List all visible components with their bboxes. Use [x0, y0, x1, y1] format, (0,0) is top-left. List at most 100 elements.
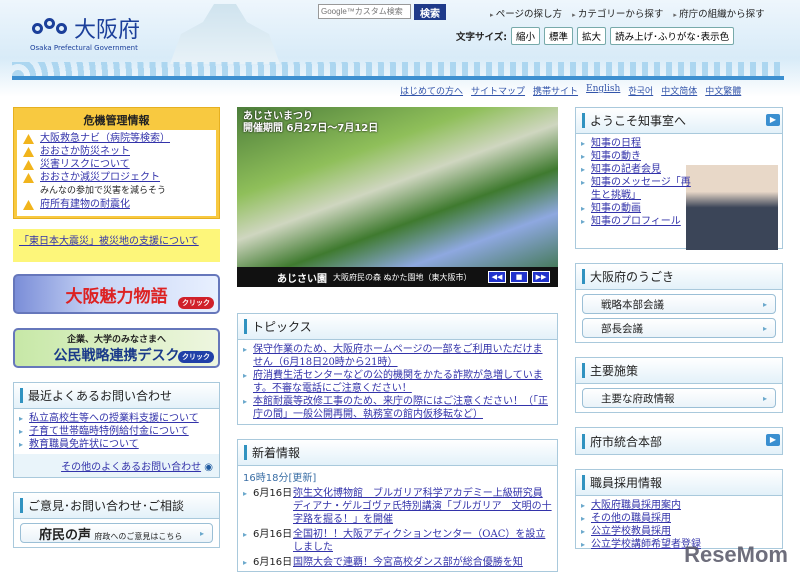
- movement-title: 大阪府のうごき: [576, 264, 782, 290]
- link-page-search[interactable]: ページの探し方: [490, 6, 562, 20]
- logo-subtitle: Osaka Prefectural Government: [30, 44, 138, 52]
- topic-link[interactable]: 本館耐震等改修工事のため、来庁の際にはご注意ください！（「正庁の間」一般公開再開…: [253, 396, 548, 420]
- public-private-desk-banner[interactable]: 企業、大学のみなさまへ 公民戦略連携デスク クリック: [13, 328, 220, 368]
- integration-title: 府市統合本部: [590, 434, 663, 449]
- governor-link[interactable]: 知事の日程: [591, 138, 641, 149]
- font-size-label: 文字サイズ:: [456, 32, 508, 43]
- crisis-link[interactable]: おおさか減災プロジェクト: [40, 172, 160, 183]
- crisis-link[interactable]: 災害リスクについて: [40, 158, 130, 171]
- citizens-voice-label: 府民の声: [39, 527, 92, 543]
- font-smaller-button[interactable]: 縮小: [511, 27, 541, 45]
- citizens-voice-sub: 府政へのご意見はこちら: [94, 531, 183, 541]
- warning-icon: [23, 160, 34, 170]
- banner-subtext: 企業、大学のみなさまへ: [66, 334, 166, 345]
- movement-box: 大阪府のうごき 戦略本部会議 部長会議: [575, 263, 783, 343]
- faq-link[interactable]: 教育職員免許状について: [29, 439, 139, 450]
- font-larger-button[interactable]: 拡大: [577, 27, 607, 45]
- crisis-link[interactable]: 大阪救急ナビ（病院等検索）: [40, 132, 170, 145]
- faq-more-link[interactable]: その他のよくあるお問い合わせ: [61, 462, 201, 473]
- banner-click-button[interactable]: クリック: [178, 351, 214, 363]
- contact-box: ご意見･お問い合わせ･ご相談 府民の声 府政へのご意見はこちら: [13, 492, 220, 548]
- nav-sitemap[interactable]: サイトマップ: [471, 84, 525, 97]
- castle-illustration: [170, 4, 280, 64]
- search-input[interactable]: [318, 4, 411, 19]
- site-header: 大阪府 Osaka Prefectural Government 検索 ページの…: [0, 0, 800, 97]
- governor-link[interactable]: 知事の動画: [591, 203, 641, 214]
- link-category[interactable]: カテゴリーから探す: [572, 6, 664, 20]
- topics-box: トピックス 保守作業のため、大阪府ホームページの一部をご利用いただけません（6月…: [237, 313, 558, 425]
- font-standard-button[interactable]: 標準: [544, 27, 574, 45]
- news-link[interactable]: 国際大会で連覇！今宮高校ダンス部が総合優勝を知: [293, 556, 523, 569]
- governor-title: ようこそ知事室へ: [590, 114, 687, 128]
- recruit-title: 職員採用情報: [576, 470, 782, 496]
- osaka-charm-banner[interactable]: 大阪魅力物語 クリック: [13, 274, 220, 314]
- crisis-link[interactable]: おおさか防災ネット: [40, 145, 130, 158]
- header-divider: [12, 76, 784, 80]
- nav-chinese-traditional[interactable]: 中文繁體: [705, 84, 741, 97]
- earthquake-support-box: 「東日本大震災」被災地の支援について: [13, 229, 220, 262]
- slide-period: 開催期間 6月27日～7月12日: [243, 123, 379, 134]
- faq-title: 最近よくあるお問い合わせ: [14, 383, 219, 409]
- news-date: 6月16日: [243, 528, 293, 554]
- warning-icon: [23, 147, 34, 157]
- strategy-meeting-button[interactable]: 戦略本部会議: [582, 294, 776, 314]
- site-logo[interactable]: 大阪府: [32, 12, 140, 44]
- banner-text: 公民戦略連携デスク: [53, 347, 180, 364]
- warning-icon: [23, 200, 34, 210]
- crisis-note: みんなの参加で災害を減らそう: [40, 186, 167, 196]
- nav-korean[interactable]: 한국어: [628, 84, 653, 97]
- faq-box: 最近よくあるお問い合わせ 私立高校生等への授業料支援について 子育て世帯臨時特例…: [13, 382, 220, 478]
- recruit-link[interactable]: その他の職員採用: [591, 513, 671, 524]
- banner-click-button[interactable]: クリック: [178, 297, 214, 309]
- topic-link[interactable]: 保守作業のため、大阪府ホームページの一部をご利用いただけません（6月18日20時…: [253, 344, 543, 368]
- nav-beginners[interactable]: はじめての方へ: [400, 84, 463, 97]
- governor-link[interactable]: 知事の動き: [591, 151, 641, 162]
- news-link[interactable]: 弥生文化博物館 ブルガリア科学アカデミー上級研究員ディアナ・ゲルゴヴァ氏特別講演…: [293, 487, 552, 526]
- nav-english[interactable]: English: [586, 84, 620, 97]
- arrow-right-icon[interactable]: ▶: [766, 114, 780, 126]
- banner-text: 大阪魅力物語: [65, 286, 168, 307]
- warning-icon: [23, 173, 34, 183]
- integration-box[interactable]: 府市統合本部 ▶: [575, 427, 783, 455]
- nav-chinese-simplified[interactable]: 中文简体: [661, 84, 697, 97]
- policy-info-button[interactable]: 主要な府政情報: [582, 388, 776, 408]
- osaka-emblem-icon: [32, 18, 70, 38]
- news-link[interactable]: 全国初！！大阪アディクションセンター（OAC）を設立しました: [293, 528, 552, 554]
- slide-location: 大阪府民の森 ぬかた園地（東大阪市）: [333, 272, 472, 282]
- nav-mobile[interactable]: 携帯サイト: [533, 84, 578, 97]
- news-date: 6月16日: [243, 556, 293, 569]
- featured-slideshow[interactable]: あじさいまつり 開催期間 6月27日～7月12日 あじさい園 大阪府民の森 ぬかた園…: [237, 107, 558, 287]
- news-updated: 16時18分[更新]: [243, 473, 317, 484]
- directors-meeting-button[interactable]: 部長会議: [582, 318, 776, 338]
- governor-link[interactable]: 知事の記者会見: [591, 164, 661, 175]
- governor-link[interactable]: 知事のメッセージ「再生と挑戦」: [591, 177, 691, 201]
- arrow-circle-icon: ◉: [204, 462, 213, 473]
- previous-icon[interactable]: ◀◀: [488, 271, 506, 283]
- slide-place: あじさい園: [277, 273, 327, 285]
- recruit-link[interactable]: 公立学校教員採用: [591, 526, 671, 537]
- news-title: 新着情報: [238, 440, 557, 466]
- contact-title: ご意見･お問い合わせ･ご相談: [14, 493, 219, 519]
- pill-label: 部長会議: [601, 322, 643, 335]
- recruit-box: 職員採用情報 大阪府職員採用案内 その他の職員採用 公立学校教員採用 公立学校講…: [575, 469, 783, 551]
- arrow-right-icon[interactable]: ▶: [766, 434, 780, 446]
- link-organization[interactable]: 府庁の組織から探す: [673, 6, 765, 20]
- crisis-link[interactable]: 府所有建物の耐震化: [40, 198, 130, 211]
- topic-link[interactable]: 府消費生活センターなどの公的機関をかたる詐欺が急増しています。不審な電話にご注意…: [253, 370, 543, 394]
- recruit-link[interactable]: 大阪府職員採用案内: [591, 500, 681, 511]
- stop-icon[interactable]: ■: [510, 271, 528, 283]
- earthquake-support-link[interactable]: 「東日本大震災」被災地の支援について: [19, 236, 199, 247]
- news-date: 6月16日: [243, 487, 293, 526]
- pill-label: 戦略本部会議: [601, 298, 664, 311]
- faq-link[interactable]: 私立高校生等への授業料支援について: [29, 413, 199, 424]
- governor-box: ようこそ知事室へ ▶ 知事の日程 知事の動き 知事の記者会見 知事のメッセージ「再…: [575, 107, 783, 250]
- governor-link[interactable]: 知事のプロフィール: [591, 216, 681, 227]
- next-icon[interactable]: ▶▶: [532, 271, 550, 283]
- policy-box: 主要施策 主要な府政情報: [575, 357, 783, 413]
- skyline-decoration: [12, 62, 784, 76]
- topics-title: トピックス: [238, 314, 557, 340]
- search-button[interactable]: 検索: [414, 4, 446, 20]
- reader-button[interactable]: 読み上げ･ふりがな･表示色: [610, 27, 735, 45]
- citizens-voice-button[interactable]: 府民の声 府政へのご意見はこちら: [20, 523, 213, 543]
- faq-link[interactable]: 子育て世帯臨時特例給付金について: [29, 426, 189, 437]
